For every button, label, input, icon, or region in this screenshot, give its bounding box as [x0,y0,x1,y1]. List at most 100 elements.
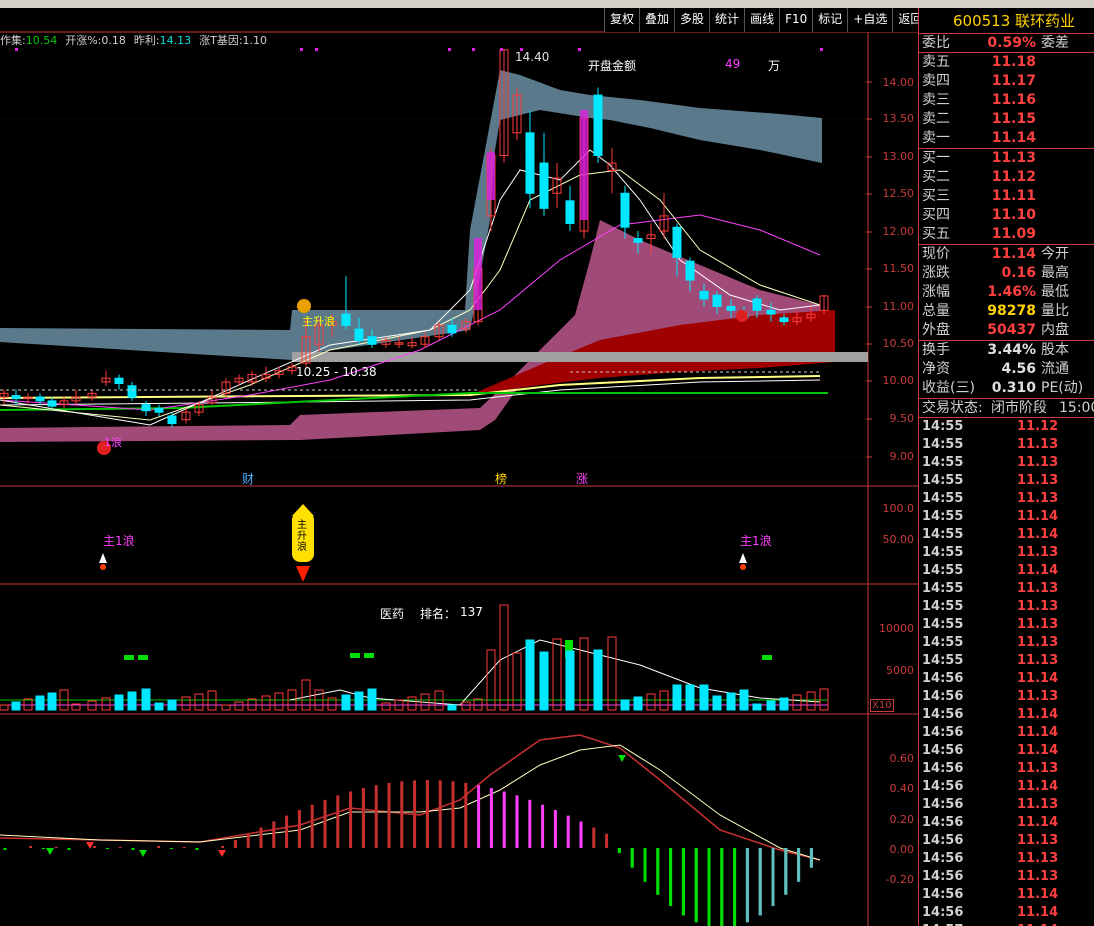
volume-bar [512,652,522,711]
sells-row[interactable]: 卖四 11.17 [919,72,1094,91]
buys-row[interactable]: 买四 11.10 [919,206,1094,225]
tick-row: 14:56 11.14 [922,743,1059,758]
badge-limit-up[interactable]: 涨 [576,470,588,487]
tick-row: 14:55 11.13 [922,437,1059,452]
stats2-row[interactable]: 换手 3.44% 股本 [919,341,1094,360]
info-label-3: 涨T基因: [199,34,243,47]
buys-row[interactable]: 买一 11.13 [919,149,1094,168]
kline-chart-area[interactable] [0,0,918,926]
stats2-row[interactable]: 净资 4.56 流通 [919,360,1094,379]
volume-bar [0,704,9,711]
wave-label-main: 主升浪 [302,315,335,328]
tick-row: 14:56 11.13 [922,797,1059,812]
volume-bar [127,691,137,711]
axis-label: 0.20 [889,813,915,826]
tick-row: 14:55 11.14 [922,509,1059,524]
axis-label: 0.60 [889,752,915,765]
volume-bar [620,699,630,711]
buy-orders: 买一 11.13 买二 11.12 买三 11.11 买四 11.10 买五 11.09 [919,149,1094,245]
candle-down [127,385,137,398]
signal-dot [15,48,18,51]
tick-list[interactable]: 14:55 11.12 14:55 11.13 14:55 11.13 14:55 11.13… [919,418,1094,926]
tick-row: 14:56 11.13 [922,851,1059,866]
tick-row: 14:55 11.13 [922,635,1059,650]
tick-row: 14:55 11.13 [922,581,1059,596]
toolbar-button-0[interactable]: 复权 [604,8,640,32]
candle-down [699,290,709,300]
tick-row: 14:55 11.14 [922,527,1059,542]
toolbar-button-1[interactable]: 叠加 [639,8,675,32]
stats2-row[interactable]: 收益(三) 0.310 PE(动) [919,379,1094,398]
volume-bar [274,692,284,711]
tick-row: 14:55 11.13 [922,455,1059,470]
sells-row[interactable]: 卖二 11.15 [919,110,1094,129]
toolbar-button-7[interactable]: +自选 [847,8,893,32]
candle-down [539,162,549,209]
candle-down [752,298,762,311]
axis-label: 0.00 [889,843,915,856]
volume-bar [766,700,776,711]
toolbar-button-4[interactable]: 画线 [744,8,780,32]
info-label-1: 开涨%: [65,34,102,47]
buys-row[interactable]: 买二 11.12 [919,168,1094,187]
dea-line [0,744,821,861]
tick-row: 14:56 11.13 [922,689,1059,704]
toolbar-button-2[interactable]: 多股 [674,8,710,32]
tick-row: 14:5711.14 [919,922,1094,926]
stats1-row[interactable]: 外盘 50437 内盘 [919,321,1094,340]
volume-bar [114,694,124,711]
volume-multiplier: X10 [870,699,894,712]
tick-row: 14:56 11.13 [922,761,1059,776]
stock-title[interactable]: 600513 联环药业 [919,8,1094,34]
sells-row[interactable]: 卖五 11.18 [919,53,1094,72]
stats1-row[interactable]: 总量 98278 量比 [919,302,1094,321]
volume-bar [234,701,244,711]
stats1-row[interactable]: 现价 11.14 今开 [919,245,1094,264]
volume-bar [181,696,191,711]
candle-down [354,328,364,341]
volume-bar [341,694,351,711]
badge-finance[interactable]: 财 [242,470,254,487]
buys-row[interactable]: 买三 11.11 [919,187,1094,206]
signal-label-left: 主1浪 [103,534,135,548]
volume-bar [47,692,57,711]
toolbar-button-6[interactable]: 标记 [812,8,848,32]
axis-label: 10000 [879,622,914,635]
toolbar-button-3[interactable]: 统计 [709,8,745,32]
buys-row[interactable]: 买五 11.09 [919,225,1094,244]
axis-label: 11.50 [882,262,915,275]
rocket-text: 主升浪 [297,520,307,553]
order-ratio-row: 委比 0.59% 委差 [919,34,1094,53]
axis-label: 100.0 [882,502,915,515]
axis-label: -0.20 [885,873,914,886]
volume-bar [447,704,457,711]
tick-row: 14:55 11.13 [922,545,1059,560]
tick-row: 14:55 11.14 [922,563,1059,578]
volume-bar [579,637,589,711]
candle-down [47,400,57,407]
indicator-info-bar: 作集:10.54 开涨%:0.18 昨利:14.13 涨T基因:1.10 [0,32,275,48]
support-bar [292,352,868,362]
candle-down [525,132,535,194]
badge-rank[interactable]: 榜 [495,470,507,487]
candle-down [779,317,789,323]
tick-row: 14:56 11.14 [922,815,1059,830]
price-stats: 现价 11.14 今开 涨跌 0.16 最高 涨幅 1.46% 最低 总量 98278 量比 外盘 504… [919,245,1094,341]
sells-row[interactable]: 卖三 11.16 [919,91,1094,110]
info-value-0: 10.54 [25,34,58,47]
volume-bar [779,697,789,711]
stats1-row[interactable]: 涨跌 0.16 最高 [919,264,1094,283]
stats1-row[interactable]: 涨幅 1.46% 最低 [919,283,1094,302]
tick-row: 14:55 11.12 [922,419,1059,434]
wave-marker [297,299,311,313]
sells-row[interactable]: 卖一 11.14 [919,129,1094,148]
volume-bar [552,638,562,711]
stock-name: 联环药业 [1015,12,1076,30]
candle-down [633,238,643,243]
tick-row: 14:56 11.14 [922,671,1059,686]
open-amount-value: 49 [725,57,741,71]
high-price-label: 14.40 [515,50,550,64]
toolbar-button-5[interactable]: F10 [779,8,813,32]
tick-row: 14:55 11.13 [922,473,1059,488]
trade-status-row: 交易状态: 闭市阶段 15:00 [919,399,1094,418]
